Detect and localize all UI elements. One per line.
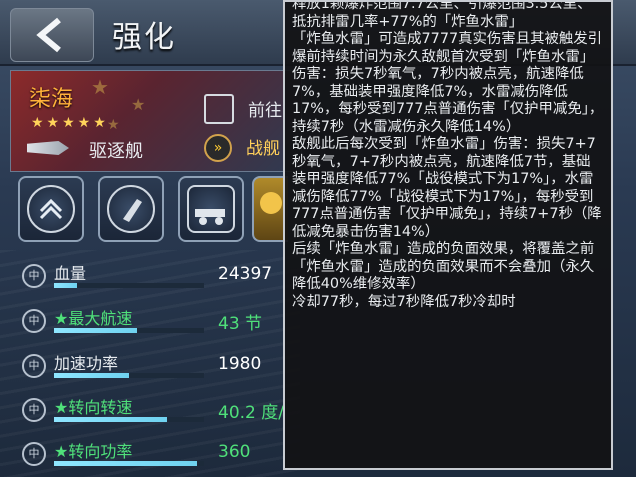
stat-name: ★最大航速 bbox=[54, 309, 133, 328]
stat-info-icon[interactable]: 中 bbox=[22, 354, 46, 378]
stat-row: 中 ★转向功率 360 bbox=[22, 436, 292, 474]
ship-repair-skill-icon bbox=[187, 185, 235, 233]
skill-slot-torpedo[interactable] bbox=[98, 176, 164, 242]
stat-row: 中 加速功率 1980 bbox=[22, 348, 292, 386]
stat-name: 血量 bbox=[54, 264, 87, 283]
gold-skill-icon bbox=[260, 192, 282, 214]
skill-description-tooltip: 释放1颗爆炸范围7.7公里、引爆范围3.5公里、抵抗排雷几率+77%的「炸鱼水雷… bbox=[283, 0, 613, 470]
port-icon bbox=[204, 94, 234, 124]
stat-bar bbox=[54, 373, 204, 378]
stat-info-icon[interactable]: 中 bbox=[22, 264, 46, 288]
stat-info-icon[interactable]: 中 bbox=[22, 309, 46, 333]
stat-bar-fill bbox=[54, 461, 197, 466]
stat-row: 中 ★最大航速 43 节 bbox=[22, 303, 292, 341]
stat-value: 43 节 bbox=[218, 314, 263, 334]
stat-name: ★转向转速 bbox=[54, 398, 133, 417]
goto-panel: 前往 » 战舰 bbox=[196, 90, 296, 162]
game-screen: 强化 ★ ★ ★ 柒海 ★★★★★ 驱逐舰 前往 » 战舰 中 血量 24397… bbox=[0, 0, 636, 477]
stat-bar bbox=[54, 328, 204, 333]
tooltip-paragraph: 敌舰此后每次受到「炸鱼水雷」伤害：损失7+7秒氧气，7+7秒内被点亮，航速降低7… bbox=[292, 136, 602, 240]
stat-bar bbox=[54, 417, 204, 422]
battle-label[interactable]: 战舰 bbox=[246, 134, 280, 159]
back-button[interactable] bbox=[10, 8, 94, 62]
arrow-right-icon[interactable]: » bbox=[204, 134, 232, 162]
skill-slot-repair[interactable] bbox=[178, 176, 244, 242]
stat-bar-fill bbox=[54, 373, 129, 378]
stat-info-icon[interactable]: 中 bbox=[22, 442, 46, 466]
tooltip-paragraph: 「炸鱼水雷」可造成7777真实伤害且其被触发引爆前持续时间为永久敌舰首次受到「炸… bbox=[292, 31, 604, 135]
stat-bar-fill bbox=[54, 328, 137, 333]
decor-star-icon: ★ bbox=[131, 95, 146, 114]
stat-bar-fill bbox=[54, 417, 167, 422]
stat-bar bbox=[54, 283, 204, 288]
torpedo-skill-icon bbox=[107, 185, 155, 233]
decor-star-icon: ★ bbox=[107, 117, 120, 133]
tooltip-paragraph: 后续「炸鱼水雷」造成的负面效果，将覆盖之前「炸鱼水雷」造成的负面效果而不会叠加（… bbox=[292, 241, 595, 292]
ship-name: 柒海 bbox=[29, 87, 74, 112]
rarity-stars: ★★★★★ bbox=[31, 115, 109, 131]
page-title: 强化 bbox=[112, 20, 176, 55]
skill-slot-compass[interactable] bbox=[18, 176, 84, 242]
stat-value: 40.2 度/ bbox=[218, 403, 284, 423]
decor-star-icon: ★ bbox=[91, 75, 109, 99]
chevron-left-icon bbox=[36, 17, 61, 53]
stat-row: 中 血量 24397 bbox=[22, 258, 292, 296]
stat-row: 中 ★转向转速 40.2 度/ bbox=[22, 392, 292, 430]
ship-class-label: 驱逐舰 bbox=[89, 141, 143, 162]
stat-name: 加速功率 bbox=[54, 354, 119, 373]
tooltip-paragraph: 冷却77秒，每过7秒降低7秒冷却时 bbox=[292, 293, 516, 310]
destroyer-class-icon bbox=[27, 141, 69, 155]
stat-bar-fill bbox=[54, 283, 77, 288]
compass-skill-icon bbox=[27, 185, 75, 233]
stat-info-icon[interactable]: 中 bbox=[22, 398, 46, 422]
goto-label[interactable]: 前往 bbox=[248, 96, 282, 121]
stat-value: 1980 bbox=[218, 354, 262, 374]
tooltip-paragraph: 释放1颗爆炸范围7.7公里、引爆范围3.5公里、抵抗排雷几率+77%的「炸鱼水雷… bbox=[292, 0, 592, 30]
stat-name: ★转向功率 bbox=[54, 442, 133, 461]
stat-bar bbox=[54, 461, 204, 466]
stat-value: 360 bbox=[218, 442, 251, 462]
stat-value: 24397 bbox=[218, 264, 273, 284]
